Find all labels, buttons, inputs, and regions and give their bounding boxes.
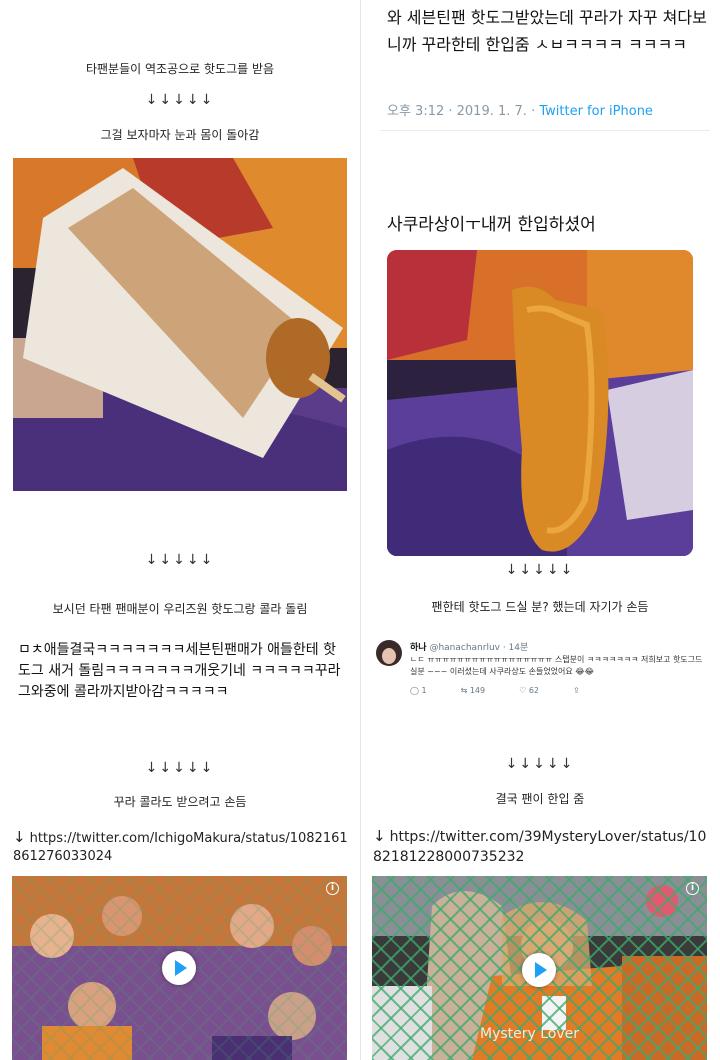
play-button-icon[interactable]	[162, 951, 196, 985]
play-button-icon[interactable]	[522, 953, 556, 987]
reply-actions: ◯ 1 ⇆ 149 ♡ 62 ⇪	[410, 686, 580, 695]
down-arrows: ↓↓↓↓↓	[145, 552, 215, 568]
heart-icon: ♡	[519, 686, 527, 695]
tweet-separator	[380, 130, 710, 131]
share-icon: ⇪	[573, 686, 580, 695]
like-action[interactable]: ♡ 62	[519, 686, 539, 695]
reply-icon: ◯	[410, 686, 419, 695]
tweet-link-left[interactable]: ↓ https://twitter.com/IchigoMakura/status…	[13, 828, 353, 866]
video-player-left[interactable]: i	[12, 876, 347, 1060]
tweet-text-right: 와 세븐틴팬 핫도그받았는데 꾸라가 자꾸 쳐다보니까 꾸라한테 한입줌 ㅅㅂㅋ…	[387, 8, 707, 54]
down-arrows: ↓↓↓↓↓	[505, 756, 575, 772]
info-icon[interactable]: i	[686, 882, 699, 895]
reply-header: 하나 @hanachanrluv · 14분	[410, 640, 528, 653]
down-arrows: ↓↓↓↓↓	[505, 562, 575, 578]
caption-raise-hand: 꾸라 콜라도 받으려고 손듬	[113, 795, 247, 809]
reply-author-name[interactable]: 하나	[410, 643, 427, 653]
caption-eyes-turn: 그걸 보자마자 눈과 몸이 돌아감	[100, 128, 260, 142]
tweet-timestamp: 오후 3:12 · 2019. 1. 7.	[387, 104, 527, 119]
tweet-text-left: ㅁㅊ애들결국ㅋㅋㅋㅋㅋㅋㅋ세븐틴팬매가 애들한테 핫도그 새거 돌림ㅋㅋㅋㅋㅋㅋ…	[18, 642, 341, 700]
down-arrows: ↓↓↓↓↓	[145, 92, 215, 108]
caption-fan-gives-bite: 결국 팬이 한입 줌	[495, 792, 585, 806]
photo-bitten-hotdog	[387, 250, 693, 556]
reply-action[interactable]: ◯ 1	[410, 686, 427, 695]
video-player-right[interactable]: i Mystery Lover	[372, 876, 707, 1060]
tweet-meta: 오후 3:12 · 2019. 1. 7. · Twitter for iPho…	[387, 104, 653, 119]
info-icon[interactable]: i	[326, 882, 339, 895]
link-url[interactable]: https://twitter.com/IchigoMakura/status/…	[13, 831, 348, 864]
down-arrows: ↓↓↓↓↓	[145, 760, 215, 776]
column-divider	[360, 0, 361, 1060]
down-arrow-icon: ↓	[13, 828, 26, 846]
photo-hotdog-in-wrapper	[13, 158, 347, 491]
down-arrow-icon: ↓	[373, 827, 386, 845]
retweet-action[interactable]: ⇆ 149	[461, 686, 486, 695]
reply-body: ㄴㄷ ㅠㅠㅠㅠㅠㅠㅠㅠㅠㅠㅠㅠㅠㅠㅠㅠㅠ 스탭분이 ㅋㅋㅋㅋㅋㅋㅋ 저희보고 핫…	[410, 655, 703, 676]
share-action[interactable]: ⇪	[573, 686, 580, 695]
video-watermark: Mystery Lover	[480, 1026, 580, 1042]
link-url[interactable]: https://twitter.com/39MysteryLover/statu…	[373, 829, 706, 865]
retweet-icon: ⇆	[460, 686, 468, 695]
caption-fan-gift: 타팬분들이 역조공으로 핫도그를 받음	[85, 62, 275, 76]
tweet-source-link[interactable]: Twitter for iPhone	[539, 104, 653, 119]
reply-tweet-card: 하나 @hanachanrluv · 14분 ㄴㄷ ㅠㅠㅠㅠㅠㅠㅠㅠㅠㅠㅠㅠㅠㅠ…	[370, 636, 710, 706]
caption-staff-distributes: 보시던 타팬 팬매분이 우리즈원 핫도그랑 콜라 돌림	[52, 602, 308, 616]
tweet-text-sakura: 사쿠라상이ㅜ내꺼 한입하셨어	[387, 215, 596, 235]
reply-handle[interactable]: @hanachanrluv · 14분	[429, 643, 528, 653]
tweet-link-right[interactable]: ↓ https://twitter.com/39MysteryLover/stat…	[373, 826, 713, 867]
caption-staff-hotdog: 팬한테 핫도그 드실 분? 했는데 자기가 손듬	[431, 600, 649, 614]
avatar[interactable]	[376, 640, 402, 666]
